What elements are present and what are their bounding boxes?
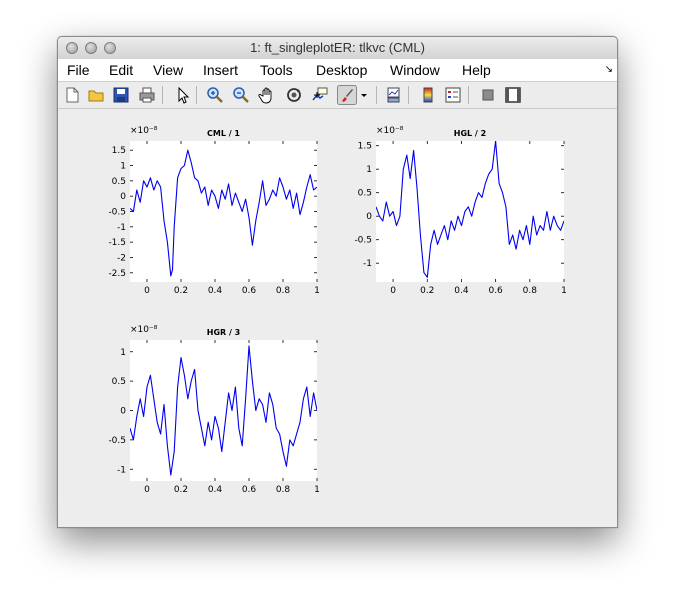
print-icon[interactable] [138, 86, 156, 104]
axes-background [130, 141, 317, 282]
y-tick-label: 0.5 [358, 189, 372, 199]
y-tick-label: 0.5 [112, 177, 126, 187]
axes-title: CML / 1 [207, 129, 240, 138]
x-tick-label: 0.6 [242, 485, 257, 495]
y-tick-label: -2.5 [108, 269, 126, 279]
title-bar[interactable]: 1: ft_singleplotER: tlkvc (CML) [58, 37, 617, 60]
y-tick-label: -0.5 [354, 236, 372, 246]
menu-tools[interactable]: Tools [260, 62, 293, 78]
y-tick-label: 1 [120, 348, 126, 358]
y-tick-label: -1.5 [108, 238, 126, 248]
x-tick-label: 1 [314, 485, 320, 495]
y-tick-label: 1.5 [358, 142, 372, 152]
link-plot-icon[interactable] [385, 86, 403, 104]
pan-icon[interactable] [258, 86, 276, 104]
menu-file[interactable]: File [67, 62, 90, 78]
axes-1: CML / 1 ×10⁻⁸ 1.5 1 0.5 0 -0.5 -1 -1.5 -2 -2.5 0 0.2… [108, 126, 319, 296]
show-plot-tools-icon[interactable] [504, 86, 522, 104]
x-tick-label: 0.8 [276, 286, 291, 296]
brush-icon[interactable] [337, 85, 357, 105]
figure-svg: CML / 1 ×10⁻⁸ 1.5 1 0.5 0 -0.5 -1 -1.5 -2 -2.5 0 0.2… [108, 126, 566, 495]
x-tick-label: 0.8 [523, 286, 538, 296]
y-tick-label: 0 [120, 192, 126, 202]
y-exponent-label: ×10⁻⁸ [130, 126, 158, 136]
axes-background [130, 340, 317, 481]
figure-window: 1: ft_singleplotER: tlkvc (CML) File Edi… [57, 36, 618, 528]
y-tick-label: 0.5 [112, 377, 126, 387]
x-tick-label: 0 [144, 286, 150, 296]
y-tick-label: -1 [117, 465, 126, 475]
menu-edit[interactable]: Edit [109, 62, 133, 78]
menu-bar: File Edit View Insert Tools Desktop Wind… [58, 59, 617, 82]
y-tick-label: -0.5 [108, 208, 126, 218]
figure-canvas: CML / 1 ×10⁻⁸ 1.5 1 0.5 0 -0.5 -1 -1.5 -2 -2.5 0 0.2… [58, 109, 617, 527]
x-tick-label: 0 [144, 485, 150, 495]
menu-help[interactable]: Help [462, 62, 491, 78]
y-tick-label: 0 [366, 212, 372, 222]
axes-2: HGL / 2 ×10⁻⁸ 1.5 1 0.5 0 -0.5 -1 0 0.2 0.4 0.6 0.8 1 [354, 126, 566, 296]
colorbar-icon[interactable] [419, 86, 437, 104]
open-file-icon[interactable] [87, 86, 105, 104]
zoom-in-icon[interactable] [206, 86, 224, 104]
x-tick-label: 0.8 [276, 485, 291, 495]
y-tick-label: -2 [117, 253, 126, 263]
legend-icon[interactable] [444, 86, 462, 104]
figure-toolbar [58, 82, 617, 109]
data-cursor-icon[interactable] [311, 86, 329, 104]
x-tick-label: 1 [561, 286, 567, 296]
x-tick-label: 0.6 [488, 286, 503, 296]
new-figure-icon[interactable] [63, 86, 81, 104]
hide-plot-tools-icon[interactable] [479, 86, 497, 104]
x-tick-label: 0.2 [174, 485, 188, 495]
menu-desktop[interactable]: Desktop [316, 62, 367, 78]
y-tick-label: 1 [120, 162, 126, 172]
x-tick-label: 0 [390, 286, 396, 296]
axes-title: HGL / 2 [454, 129, 486, 138]
rotate-3d-icon[interactable] [285, 86, 303, 104]
axes-title: HGR / 3 [207, 328, 240, 337]
y-exponent-label: ×10⁻⁸ [130, 325, 158, 335]
menu-view[interactable]: View [153, 62, 183, 78]
y-tick-label: -0.5 [108, 436, 126, 446]
pointer-icon[interactable] [174, 86, 192, 104]
zoom-out-icon[interactable] [232, 86, 250, 104]
y-exponent-label: ×10⁻⁸ [376, 126, 404, 136]
y-tick-label: 1.5 [112, 146, 126, 156]
brush-dropdown-icon[interactable] [360, 86, 368, 104]
menu-window[interactable]: Window [390, 62, 440, 78]
y-tick-label: -1 [363, 259, 372, 269]
x-tick-label: 0.2 [420, 286, 434, 296]
x-tick-label: 0.2 [174, 286, 188, 296]
x-tick-label: 0.4 [208, 485, 223, 495]
window-title: 1: ft_singleplotER: tlkvc (CML) [250, 40, 425, 55]
x-tick-label: 0.6 [242, 286, 257, 296]
menu-insert[interactable]: Insert [203, 62, 238, 78]
save-icon[interactable] [112, 86, 130, 104]
dock-arrow-icon[interactable]: ↘ [605, 64, 613, 75]
y-tick-label: -1 [117, 223, 126, 233]
y-tick-label: 0 [120, 407, 126, 417]
x-tick-label: 0.4 [454, 286, 469, 296]
axes-3: HGR / 3 ×10⁻⁸ 1 0.5 0 -0.5 -1 0 0.2 0.4 0.6 0.8 1 [108, 325, 319, 495]
x-tick-label: 0.4 [208, 286, 223, 296]
y-tick-label: 1 [366, 165, 372, 175]
x-tick-label: 1 [314, 286, 320, 296]
